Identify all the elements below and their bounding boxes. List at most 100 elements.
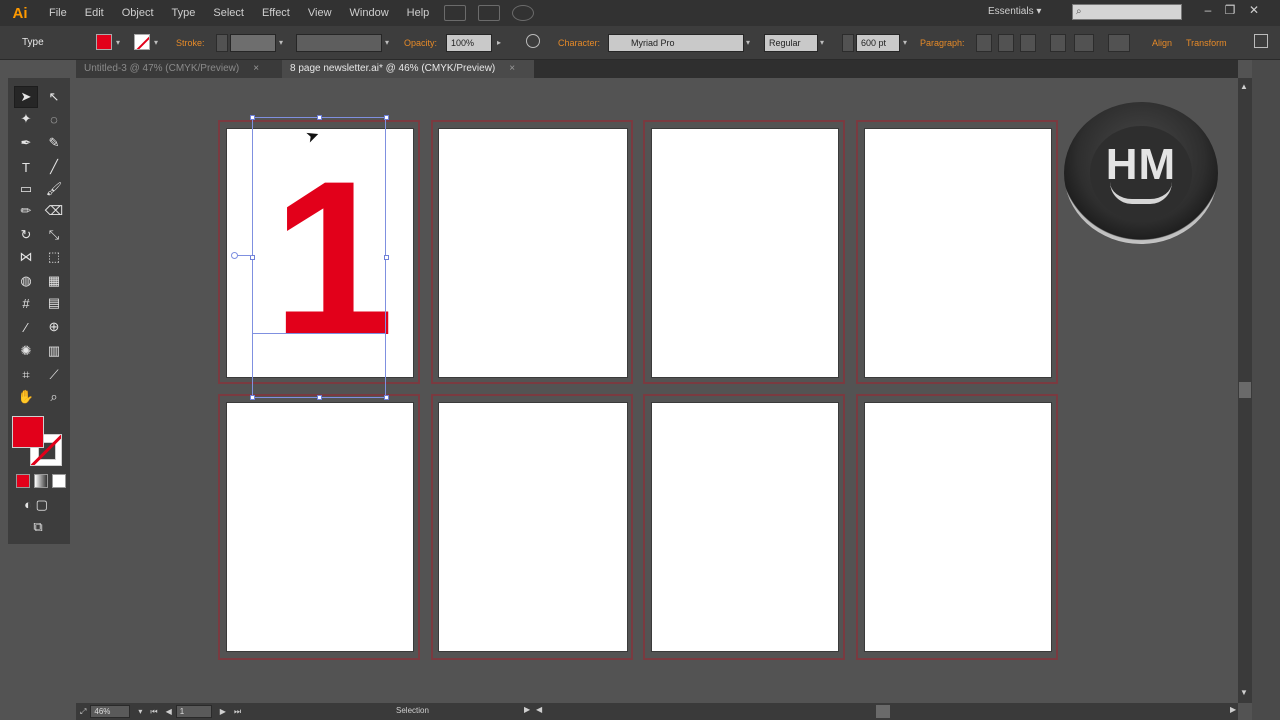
align-link[interactable]: Align	[1152, 34, 1172, 52]
chevron-down-icon[interactable]: ▾	[116, 34, 120, 52]
font-size-stepper[interactable]	[842, 34, 854, 52]
chevron-down-icon[interactable]: ▾	[385, 34, 389, 52]
menu-effect[interactable]: Effect	[253, 0, 299, 26]
direct-selection-tool-icon[interactable]: ↖	[42, 86, 66, 108]
chevron-down-icon[interactable]: ▾	[903, 34, 907, 52]
resize-handle[interactable]	[317, 395, 322, 400]
tab-untitled-3[interactable]: Untitled-3 @ 47% (CMYK/Preview) ×	[76, 60, 282, 78]
arrange-documents-icon[interactable]	[478, 5, 501, 21]
blend-tool-icon[interactable]: ⊕	[42, 316, 66, 338]
artboard-6[interactable]	[438, 402, 628, 652]
text-in-port[interactable]	[231, 252, 238, 259]
lasso-icon[interactable]: ◌	[42, 108, 66, 130]
scrollbar-thumb[interactable]	[1239, 382, 1251, 398]
curvature-tool-icon[interactable]: ✎	[42, 132, 66, 154]
panel-menu-icon[interactable]	[1254, 34, 1268, 48]
shape-builder-icon[interactable]: ◍	[14, 270, 38, 292]
artboard-5[interactable]	[226, 402, 414, 652]
horizontal-scrollbar-thumb[interactable]	[876, 705, 890, 718]
stroke-color-swatch[interactable]	[134, 34, 150, 50]
gradient-tool-icon[interactable]: ▤	[42, 292, 66, 314]
character-link[interactable]: Character:	[558, 34, 600, 52]
resize-handle[interactable]	[384, 395, 389, 400]
symbol-sprayer-icon[interactable]: ✺	[14, 340, 38, 362]
fill-swatch[interactable]	[12, 416, 44, 448]
variable-width-profile[interactable]	[296, 34, 382, 52]
restore-icon[interactable]: ❐	[1220, 3, 1240, 19]
paragraph-link[interactable]: Paragraph:	[920, 34, 965, 52]
resize-handle[interactable]	[250, 395, 255, 400]
drawing-modes-icon[interactable]: ◐ ▢	[14, 494, 58, 516]
eraser-icon[interactable]: ⌫	[42, 200, 66, 222]
align-left-icon[interactable]	[976, 34, 992, 52]
artboard-2[interactable]	[438, 128, 628, 378]
last-artboard-icon[interactable]: ⏭	[234, 707, 241, 717]
zoom-tool-icon[interactable]: ⌕	[42, 386, 66, 408]
chevron-right-icon[interactable]: ▸	[497, 34, 501, 52]
line-tool-icon[interactable]: ╱	[42, 156, 66, 178]
help-search-input[interactable]: ⌕	[1072, 4, 1182, 20]
chevron-down-icon[interactable]: ▾	[820, 34, 824, 52]
resize-handle[interactable]	[250, 115, 255, 120]
eyedropper-icon[interactable]: ⁄	[14, 316, 38, 338]
perspective-grid-icon[interactable]: ▦	[42, 270, 66, 292]
resize-handle[interactable]	[384, 115, 389, 120]
canvas[interactable]: 1 HM	[76, 78, 1238, 703]
gpu-performance-icon[interactable]	[512, 5, 535, 21]
opacity-field[interactable]: 100%	[446, 34, 492, 52]
chevron-down-icon[interactable]: ▾	[746, 34, 750, 52]
fill-color-swatch[interactable]	[96, 34, 112, 50]
menu-file[interactable]: File	[40, 0, 76, 26]
chevron-right-icon[interactable]: ▶	[524, 705, 530, 714]
close-icon[interactable]: ×	[509, 60, 515, 78]
mesh-tool-icon[interactable]: #	[14, 292, 38, 314]
object-grid-icon[interactable]	[1108, 34, 1130, 52]
close-icon[interactable]: ×	[253, 60, 259, 78]
selection-tool-icon[interactable]: ➤	[14, 86, 38, 108]
color-mode-icon[interactable]	[16, 474, 30, 488]
scroll-right-icon[interactable]: ▶	[1230, 705, 1236, 714]
stroke-stepper[interactable]	[216, 34, 228, 52]
scroll-down-icon[interactable]: ▼	[1240, 688, 1248, 697]
free-transform-icon[interactable]: ⬚	[42, 246, 66, 268]
scroll-left-icon[interactable]: ◀	[536, 705, 542, 714]
scroll-up-icon[interactable]: ▲	[1240, 82, 1248, 91]
first-artboard-icon[interactable]: ⏮	[150, 707, 157, 717]
scale-tool-icon[interactable]: ⤡	[42, 224, 66, 246]
text-direction-icon[interactable]	[1050, 34, 1066, 52]
paintbrush-icon[interactable]: 🖌	[42, 178, 66, 200]
menu-help[interactable]: Help	[398, 0, 439, 26]
font-style-field[interactable]: Regular	[764, 34, 818, 52]
none-mode-icon[interactable]	[52, 474, 66, 488]
artboard-3[interactable]	[651, 128, 839, 378]
column-graph-icon[interactable]: ▥	[42, 340, 66, 362]
menu-object[interactable]: Object	[113, 0, 163, 26]
transform-link[interactable]: Transform	[1186, 34, 1227, 52]
close-icon[interactable]: ✕	[1244, 3, 1264, 19]
align-right-icon[interactable]	[1020, 34, 1036, 52]
chevron-down-icon[interactable]: ▾	[138, 707, 142, 716]
menu-type[interactable]: Type	[163, 0, 205, 26]
rotate-view-icon[interactable]: ⤢	[80, 707, 86, 717]
recolor-icon[interactable]	[526, 34, 540, 48]
menu-edit[interactable]: Edit	[76, 0, 113, 26]
previous-artboard-icon[interactable]: ◀	[166, 707, 172, 716]
font-size-field[interactable]: 600 pt	[856, 34, 900, 52]
next-artboard-icon[interactable]: ▶	[220, 707, 226, 716]
slice-tool-icon[interactable]: ⟋	[42, 364, 66, 386]
artboard-4[interactable]	[864, 128, 1052, 378]
workspace-switcher[interactable]: Essentials ▾	[988, 6, 1041, 17]
chevron-down-icon[interactable]: ▾	[279, 34, 283, 52]
screen-mode-icon[interactable]: ⧉	[26, 516, 50, 538]
minimize-icon[interactable]: –	[1198, 3, 1218, 19]
artboard-tool-icon[interactable]: ⌗	[14, 364, 38, 386]
menu-view[interactable]: View	[299, 0, 341, 26]
magic-wand-icon[interactable]: ✦	[14, 108, 38, 130]
zoom-field[interactable]: 46%	[90, 705, 131, 718]
menu-window[interactable]: Window	[341, 0, 398, 26]
opacity-link[interactable]: Opacity:	[404, 34, 437, 52]
tab-8-page-newsletter[interactable]: 8 page newsletter.ai* @ 46% (CMYK/Previe…	[282, 60, 534, 78]
font-family-field[interactable]: Myriad Pro	[608, 34, 744, 52]
pencil-icon[interactable]: ✏	[14, 200, 38, 222]
menu-select[interactable]: Select	[204, 0, 253, 26]
